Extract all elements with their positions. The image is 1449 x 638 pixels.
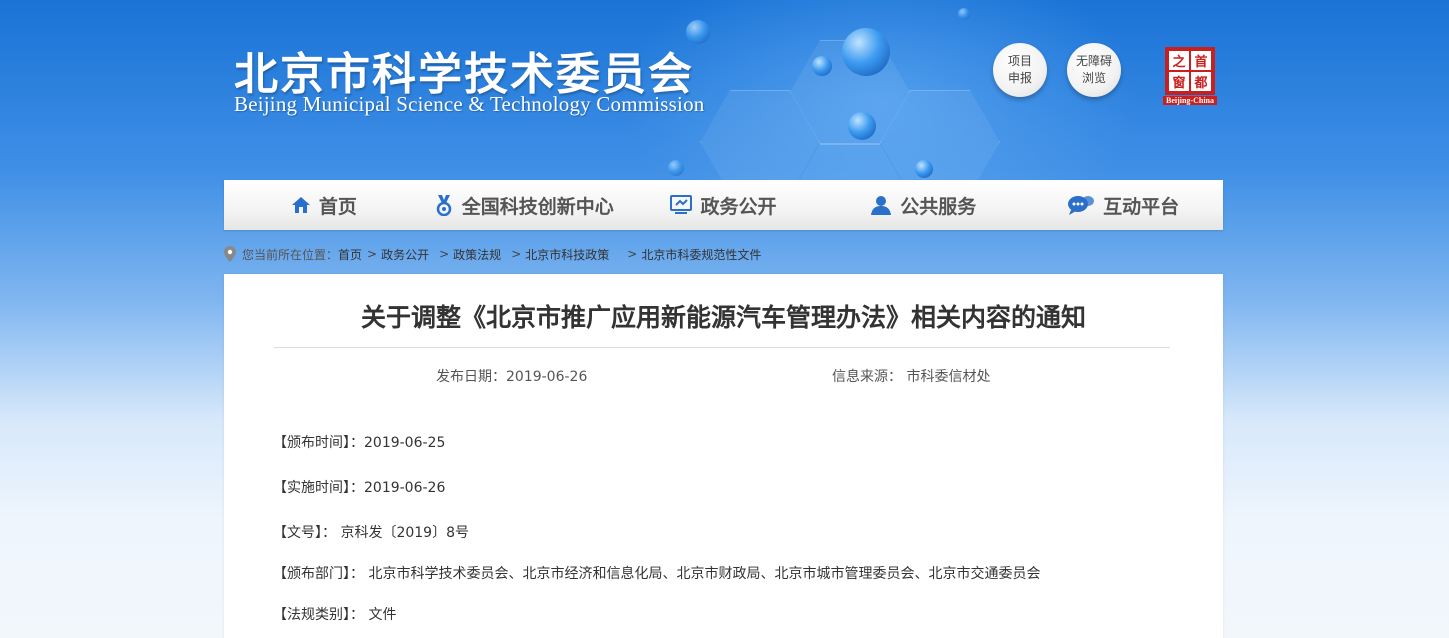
molecule-sphere: [668, 160, 684, 176]
capital-window-seal: 首 都 之 窗: [1165, 47, 1215, 95]
accessibility-line2: 浏览: [1081, 71, 1106, 85]
site-title-en: Beijing Municipal Science & Technology C…: [234, 92, 705, 116]
nav-item-home[interactable]: 首页: [224, 180, 424, 230]
breadcrumb-separator: >: [627, 247, 638, 261]
nav-label: 全国科技创新中心: [461, 195, 614, 218]
field-doc-number: 【文号】： 京科发〔2019〕8号: [273, 525, 469, 541]
molecule-sphere: [958, 8, 970, 20]
field-issuing-department: 【颁布部门】： 北京市科学技术委员会、北京市经济和信息化局、北京市财政局、北京市…: [273, 566, 1041, 582]
nav-label: 公共服务: [900, 195, 977, 218]
breadcrumb: 您当前所在位置： 首页 > 政务公开 > 政策法规 > 北京市科技政策 > 北京…: [224, 243, 761, 265]
breadcrumb-link-normative-docs[interactable]: 北京市科委规范性文件: [641, 246, 761, 263]
nav-item-innovation-center[interactable]: 全国科技创新中心: [424, 180, 624, 230]
site-header: 北京市科学技术委员会 Beijing Municipal Science & T…: [0, 0, 1449, 180]
main-nav: 首页 全国科技创新中心 政务公开 公共服务 互动平台: [224, 180, 1223, 230]
nav-item-public-service[interactable]: 公共服务: [823, 180, 1023, 230]
nav-label: 政务公开: [700, 195, 777, 218]
nav-item-interaction[interactable]: 互动平台: [1023, 180, 1223, 230]
molecule-sphere: [812, 56, 832, 76]
nav-item-gov-affairs[interactable]: 政务公开: [624, 180, 824, 230]
project-apply-line1: 项目: [1007, 54, 1032, 68]
breadcrumb-separator: >: [367, 247, 378, 261]
seal-char: 都: [1191, 72, 1211, 91]
breadcrumb-lead: 您当前所在位置：: [242, 247, 339, 262]
project-apply-line2: 申报: [1007, 71, 1032, 85]
breadcrumb-separator: >: [439, 247, 450, 261]
home-icon: [291, 197, 310, 213]
field-effective-date: 【实施时间】：2019-06-26: [273, 480, 446, 496]
capital-window-badge[interactable]: 首 都 之 窗 Beijing-China: [1163, 47, 1217, 105]
project-apply-button[interactable]: 项目 申报: [993, 43, 1047, 97]
accessibility-line1: 无障碍: [1075, 54, 1112, 68]
monitor-icon: [670, 195, 693, 214]
user-icon: [871, 196, 892, 215]
nav-label: 首页: [318, 195, 357, 218]
medal-icon: [436, 195, 451, 216]
breadcrumb-link-gov-affairs[interactable]: 政务公开: [381, 246, 429, 263]
nav-label: 互动平台: [1103, 195, 1180, 218]
publish-date: 发布日期：2019-06-26: [436, 369, 588, 385]
molecule-sphere: [915, 160, 933, 178]
seal-char: 之: [1169, 51, 1189, 70]
info-source: 信息来源： 市科委信材处: [832, 369, 991, 385]
seal-char: 窗: [1169, 72, 1189, 91]
chat-icon: [1068, 196, 1095, 215]
molecule-sphere: [842, 28, 890, 76]
molecule-sphere: [848, 112, 876, 140]
article-panel: 关于调整《北京市推广应用新能源汽车管理办法》相关内容的通知 发布日期：2019-…: [224, 274, 1223, 638]
breadcrumb-link-home[interactable]: 首页: [338, 246, 362, 263]
accessibility-button[interactable]: 无障碍 浏览: [1067, 43, 1121, 97]
field-issue-date: 【颁布时间】：2019-06-25: [273, 435, 446, 451]
article-title: 关于调整《北京市推广应用新能源汽车管理办法》相关内容的通知: [360, 303, 1086, 332]
title-divider: [274, 347, 1170, 348]
breadcrumb-link-policy[interactable]: 政策法规: [453, 246, 501, 263]
seal-char: 首: [1191, 51, 1211, 70]
location-pin-icon: [224, 246, 236, 262]
breadcrumb-separator: >: [511, 247, 522, 261]
capital-window-sub: Beijing-China: [1163, 96, 1217, 105]
field-regulation-type: 【法规类别】： 文件: [273, 607, 397, 623]
breadcrumb-link-tech-policy[interactable]: 北京市科技政策: [525, 246, 609, 263]
